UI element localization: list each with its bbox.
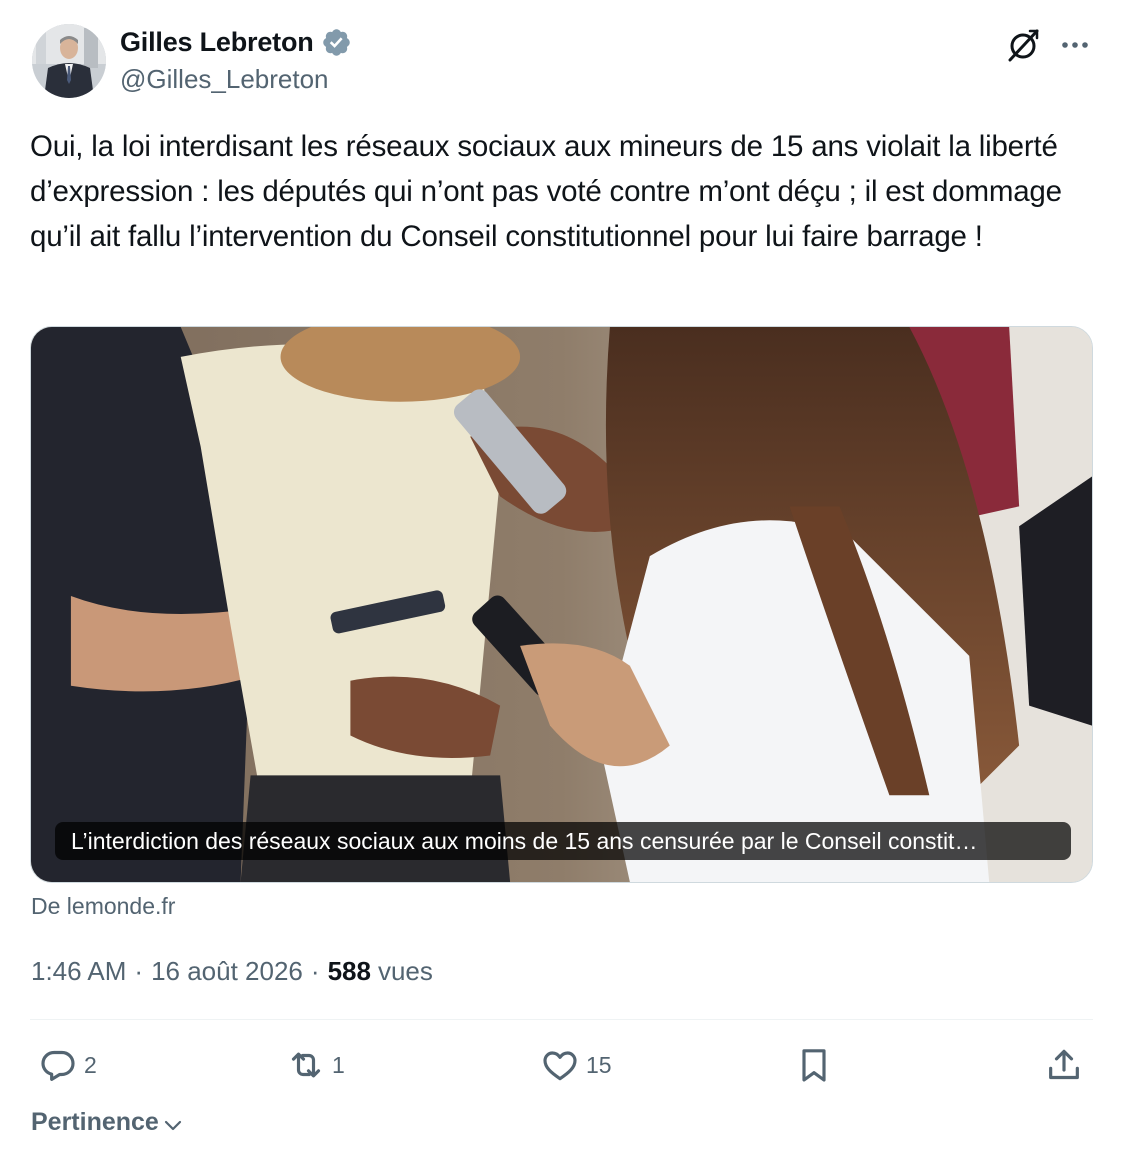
like-button[interactable]: 15 bbox=[540, 1040, 612, 1090]
more-options-icon[interactable] bbox=[1058, 28, 1092, 62]
share-icon bbox=[1049, 1049, 1079, 1080]
like-count: 15 bbox=[586, 1051, 612, 1078]
repost-icon bbox=[291, 1052, 321, 1078]
link-card-caption: L’interdiction des réseaux sociaux aux m… bbox=[55, 822, 1071, 860]
bookmark-icon bbox=[802, 1049, 826, 1082]
share-button[interactable] bbox=[1044, 1040, 1084, 1090]
repost-button[interactable]: 1 bbox=[286, 1040, 345, 1090]
action-bar: 2 1 15 bbox=[30, 1040, 1093, 1090]
sort-dropdown[interactable]: Pertinence bbox=[31, 1108, 185, 1137]
reply-icon bbox=[41, 1050, 75, 1081]
link-card[interactable]: L’interdiction des réseaux sociaux aux m… bbox=[30, 326, 1093, 883]
bookmark-button[interactable] bbox=[794, 1040, 834, 1090]
repost-count: 1 bbox=[332, 1051, 345, 1078]
grok-icon[interactable] bbox=[1004, 26, 1042, 64]
meta-separator-2: · bbox=[310, 955, 320, 986]
tweet-time[interactable]: 1:46 AM bbox=[31, 956, 126, 987]
author-names: Gilles Lebreton @Gilles_Lebreton bbox=[120, 26, 352, 95]
heart-icon bbox=[543, 1051, 577, 1081]
views-label: vues bbox=[377, 955, 433, 986]
display-name[interactable]: Gilles Lebreton bbox=[120, 27, 314, 58]
divider bbox=[30, 1019, 1093, 1020]
tweet-meta: 1:46 AM · 16 août 2026 · 588 vues bbox=[31, 953, 433, 989]
chevron-down-icon bbox=[164, 1120, 181, 1130]
tweet-header: Gilles Lebreton @Gilles_Lebreton bbox=[30, 22, 1092, 102]
meta-separator: · bbox=[134, 955, 144, 986]
article-photo bbox=[31, 327, 1092, 882]
reply-button[interactable]: 2 bbox=[38, 1040, 97, 1090]
sort-label: Pertinence bbox=[31, 1108, 159, 1136]
views-count: 588 bbox=[327, 955, 371, 986]
verified-badge-icon[interactable] bbox=[321, 27, 352, 58]
reply-count: 2 bbox=[84, 1051, 97, 1078]
display-name-row: Gilles Lebreton bbox=[120, 26, 352, 58]
author-handle[interactable]: @Gilles_Lebreton bbox=[120, 64, 352, 95]
tweet-text: Oui, la loi interdisant les réseaux soci… bbox=[30, 130, 1062, 253]
avatar[interactable] bbox=[32, 24, 106, 98]
link-source[interactable]: De lemonde.fr bbox=[31, 893, 175, 920]
tweet-date[interactable]: 16 août 2026 bbox=[151, 956, 303, 987]
